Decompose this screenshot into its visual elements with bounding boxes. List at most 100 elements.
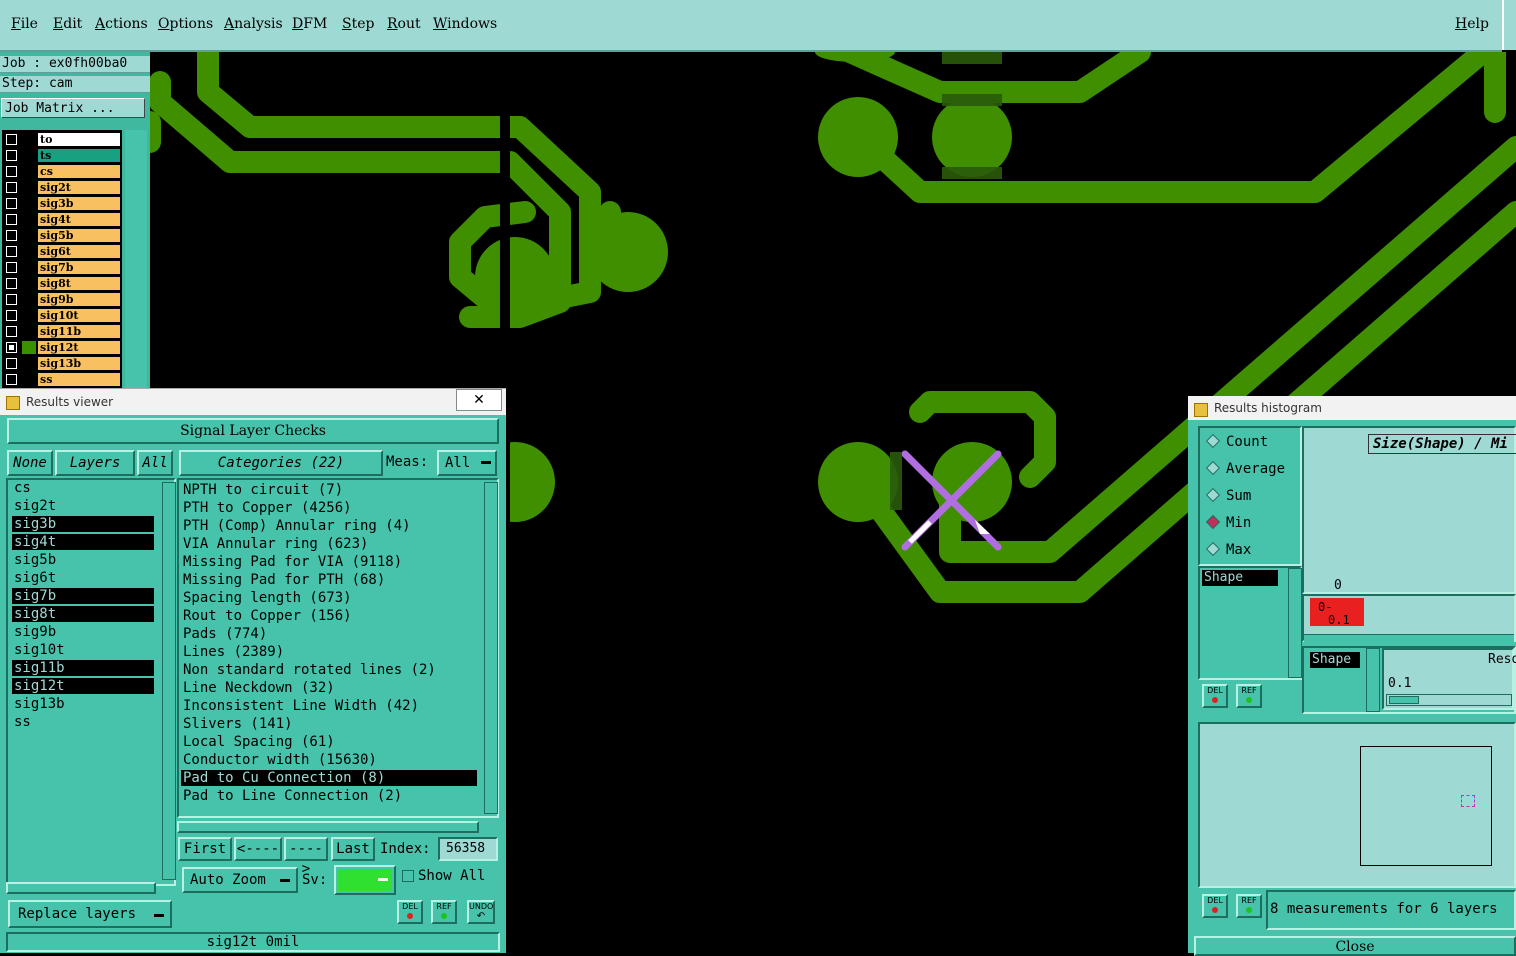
- prev-button[interactable]: <----: [234, 837, 282, 861]
- job-matrix-button[interactable]: Job Matrix ...: [1, 98, 145, 118]
- next-button[interactable]: ---->: [284, 837, 328, 877]
- category-item[interactable]: PTH (Comp) Annular ring (4): [181, 518, 477, 534]
- result-layer-item[interactable]: sig13b: [12, 696, 154, 712]
- meas-dropdown[interactable]: All: [437, 450, 497, 476]
- layer-checkbox[interactable]: [6, 294, 17, 305]
- layer-name[interactable]: sig5b: [38, 229, 120, 242]
- layer-row-ts[interactable]: ts: [2, 148, 122, 163]
- layer-color-swatch[interactable]: [22, 325, 36, 338]
- layer-name[interactable]: to: [38, 133, 120, 146]
- layer-checkbox[interactable]: [6, 150, 17, 161]
- radio-count[interactable]: Count: [1205, 433, 1268, 450]
- result-layer-item[interactable]: sig4t: [12, 534, 154, 550]
- menu-dfm[interactable]: DFM: [292, 16, 327, 32]
- layer-color-swatch[interactable]: [22, 341, 36, 354]
- auto-zoom-dropdown[interactable]: Auto Zoom: [182, 867, 298, 893]
- category-item[interactable]: Pad to Line Connection (2): [181, 788, 477, 804]
- layer-row-sig9b[interactable]: sig9b: [2, 292, 122, 307]
- layer-name[interactable]: sig4t: [38, 213, 120, 226]
- layer-checkbox[interactable]: [6, 182, 17, 193]
- layer-checkbox[interactable]: [6, 262, 17, 273]
- category-results-list[interactable]: NPTH to circuit (7) PTH to Copper (4256) P…: [177, 478, 499, 818]
- result-layer-item[interactable]: sig11b: [12, 660, 154, 676]
- layer-name[interactable]: sig8t: [38, 277, 120, 290]
- layer-color-swatch[interactable]: [22, 261, 36, 274]
- menu-windows[interactable]: Windows: [433, 16, 497, 32]
- layer-checkbox[interactable]: [6, 358, 17, 369]
- undo-button[interactable]: UNDO ↶: [467, 900, 495, 924]
- category-item[interactable]: Conductor width (15630): [181, 752, 477, 768]
- layer-row-sig6t[interactable]: sig6t: [2, 244, 122, 259]
- layer-checkbox[interactable]: [6, 310, 17, 321]
- reference-button[interactable]: REF: [1236, 894, 1262, 918]
- layer-name[interactable]: sig10t: [38, 309, 120, 322]
- layer-row-cs[interactable]: cs: [2, 164, 122, 179]
- layer-checkbox[interactable]: [6, 342, 17, 353]
- layer-name[interactable]: sig2t: [38, 181, 120, 194]
- none-button[interactable]: None: [7, 450, 53, 476]
- layer-color-swatch[interactable]: [22, 277, 36, 290]
- category-item[interactable]: VIA Annular ring (623): [181, 536, 477, 552]
- layer-row-sig4t[interactable]: sig4t: [2, 212, 122, 227]
- menu-rout[interactable]: Rout: [387, 16, 421, 32]
- slider-handle[interactable]: [1389, 696, 1419, 704]
- category-item[interactable]: PTH to Copper (4256): [181, 500, 477, 516]
- category-item[interactable]: Slivers (141): [181, 716, 477, 732]
- result-layer-item[interactable]: sig6t: [12, 570, 154, 586]
- shape-box-scrollbar[interactable]: [1366, 648, 1380, 712]
- layer-color-swatch[interactable]: [22, 373, 36, 386]
- results-histogram-titlebar[interactable]: Results histogram: [1188, 396, 1516, 420]
- shape-list-scrollbar[interactable]: [1288, 568, 1302, 678]
- histogram-hscrollbar[interactable]: [1304, 634, 1514, 643]
- categories-button[interactable]: Categories (22): [179, 450, 383, 476]
- layer-name[interactable]: sig13b: [38, 357, 120, 370]
- layer-color-swatch[interactable]: [22, 245, 36, 258]
- layer-results-scrollbar[interactable]: [162, 482, 176, 880]
- layer-color-swatch[interactable]: [22, 149, 36, 162]
- layer-color-swatch[interactable]: [22, 197, 36, 210]
- category-item[interactable]: Missing Pad for VIA (9118): [181, 554, 477, 570]
- layer-checkbox[interactable]: [6, 326, 17, 337]
- shape-box[interactable]: Shape: [1310, 652, 1360, 668]
- layer-name[interactable]: sig3b: [38, 197, 120, 210]
- layer-checkbox[interactable]: [6, 134, 17, 145]
- result-layer-item[interactable]: sig3b: [12, 516, 154, 532]
- result-layer-item[interactable]: sig7b: [12, 588, 154, 604]
- category-item[interactable]: Spacing length (673): [181, 590, 477, 606]
- layer-color-swatch[interactable]: [22, 357, 36, 370]
- result-layer-item[interactable]: sig5b: [12, 552, 154, 568]
- layer-row-sig5b[interactable]: sig5b: [2, 228, 122, 243]
- results-viewer-titlebar[interactable]: Results viewer ✕: [0, 388, 506, 415]
- shape-list-item[interactable]: Shape: [1202, 570, 1278, 586]
- replace-layers-dropdown[interactable]: Replace layers: [8, 900, 172, 928]
- index-input[interactable]: 56358: [438, 837, 498, 861]
- layer-row-sig2t[interactable]: sig2t: [2, 180, 122, 195]
- menu-step[interactable]: Step: [342, 16, 374, 32]
- layer-checkbox[interactable]: [6, 198, 17, 209]
- menu-analysis[interactable]: Analysis: [224, 16, 283, 32]
- layer-color-swatch[interactable]: [22, 229, 36, 242]
- category-item[interactable]: Inconsistent Line Width (42): [181, 698, 477, 714]
- result-layer-item[interactable]: sig12t: [12, 678, 154, 694]
- radio-min[interactable]: Min: [1205, 514, 1251, 531]
- layer-results-list[interactable]: cs sig2t sig3b sig4t sig5b sig6t sig7b sig8t sig…: [6, 478, 176, 886]
- delete-button[interactable]: DEL: [397, 900, 423, 924]
- category-item[interactable]: Pad to Cu Connection (8): [181, 770, 477, 786]
- category-item[interactable]: Rout to Copper (156): [181, 608, 477, 624]
- layer-checkbox[interactable]: [6, 278, 17, 289]
- layer-checkbox[interactable]: [6, 214, 17, 225]
- layer-name[interactable]: sig11b: [38, 325, 120, 338]
- first-button[interactable]: First: [178, 837, 232, 861]
- layer-name[interactable]: cs: [38, 165, 120, 178]
- layer-checkbox[interactable]: [6, 246, 17, 257]
- layer-row-ss[interactable]: ss: [2, 372, 122, 387]
- delete-button[interactable]: DEL: [1202, 894, 1228, 918]
- result-layer-item[interactable]: sig8t: [12, 606, 154, 622]
- layer-color-swatch[interactable]: [22, 293, 36, 306]
- shape-list[interactable]: Shape: [1198, 566, 1302, 680]
- layer-checkbox[interactable]: [6, 230, 17, 241]
- layer-row-sig10t[interactable]: sig10t: [2, 308, 122, 323]
- overview-box[interactable]: [1360, 746, 1492, 866]
- reference-button[interactable]: REF: [1236, 684, 1262, 708]
- layer-name[interactable]: ts: [38, 149, 120, 162]
